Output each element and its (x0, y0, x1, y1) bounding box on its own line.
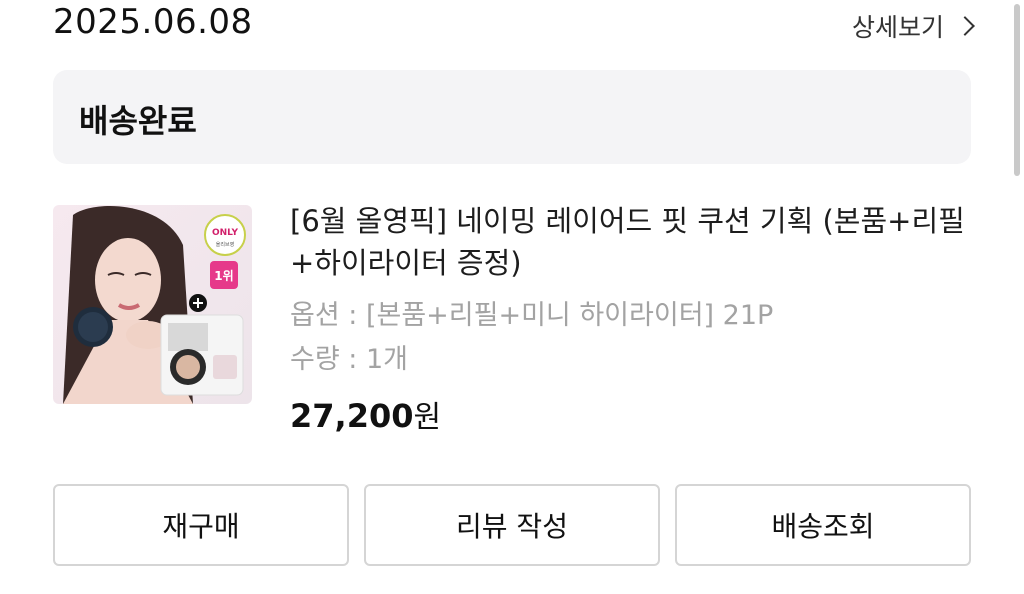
view-details-link[interactable]: 상세보기 (851, 8, 975, 44)
product-info: [6월 올영픽] 네이밍 레이어드 핏 쿠션 기획 (본품+리필+하이라이터 증… (290, 200, 980, 436)
chevron-right-icon (955, 16, 975, 36)
scrollbar[interactable] (1014, 4, 1020, 176)
delivery-status-box: 배송완료 (53, 70, 971, 164)
order-date: 2025.06.08 (53, 2, 253, 42)
price-unit: 원 (413, 400, 442, 435)
svg-text:1위: 1위 (214, 269, 233, 283)
rebuy-button[interactable]: 재구매 (53, 484, 349, 566)
svg-text:올리브영: 올리브영 (216, 241, 234, 248)
product-image: ONLY 올리브영 1위 (53, 205, 252, 404)
order-header: 2025.06.08 상세보기 (0, 0, 1024, 60)
product-thumbnail[interactable]: ONLY 올리브영 1위 (53, 205, 252, 404)
product-price: 27,200원 (290, 392, 980, 436)
product-quantity: 수량 : 1개 (290, 344, 408, 375)
product-title[interactable]: [6월 올영픽] 네이밍 레이어드 핏 쿠션 기획 (본품+리필+하이라이터 증… (290, 200, 980, 284)
track-delivery-button[interactable]: 배송조회 (675, 484, 971, 566)
delivery-status: 배송완료 (79, 102, 197, 140)
svg-text:ONLY: ONLY (212, 228, 239, 238)
write-review-button[interactable]: 리뷰 작성 (364, 484, 660, 566)
product-option: 옵션 : [본품+리필+미니 하이라이터] 21P (290, 300, 774, 331)
view-details-label: 상세보기 (851, 13, 944, 42)
price-value: 27,200 (290, 397, 414, 435)
